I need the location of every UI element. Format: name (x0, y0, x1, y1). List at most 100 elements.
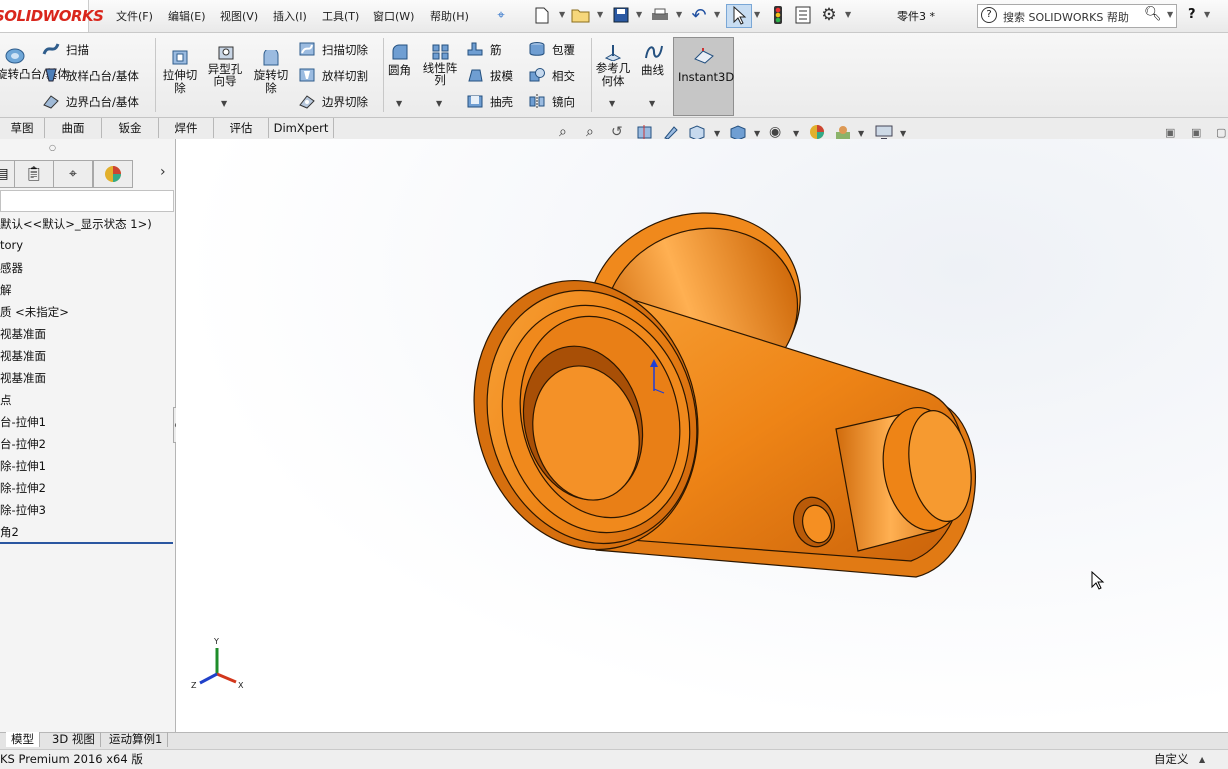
intersect-icon[interactable] (528, 67, 546, 83)
tree-filter-input[interactable] (0, 190, 174, 212)
fillet-label[interactable]: 圆角 (388, 62, 411, 78)
tile-window-icon[interactable]: ▣ (1191, 126, 1201, 139)
hole-wizard-icon[interactable] (216, 43, 236, 64)
draft-icon[interactable] (466, 67, 484, 83)
file-properties-icon[interactable] (793, 5, 813, 25)
status-custom-text[interactable]: 自定义 (1154, 751, 1189, 767)
view-orientation-caret-icon[interactable]: ▼ (714, 129, 720, 138)
panel-expand-icon[interactable]: › (160, 164, 166, 180)
shell-label[interactable]: 抽壳 (490, 94, 513, 110)
new-caret-icon[interactable]: ▼ (559, 10, 565, 19)
linear-pattern-label[interactable]: 线性阵列 (419, 62, 461, 86)
revolve-cut-label[interactable]: 旋转切除 (250, 69, 292, 95)
mirror-label[interactable]: 镜向 (552, 94, 575, 110)
loft-boss-label[interactable]: 放样凸台/基体 (66, 68, 139, 84)
extrude-cut-icon[interactable] (170, 48, 190, 69)
tree-item-cut-extrude1[interactable]: 除-拉伸1 (0, 458, 46, 474)
tree-item-front-plane[interactable]: 视基准面 (0, 326, 46, 342)
tab-dimxpert[interactable]: DimXpert (269, 118, 334, 138)
tab-3d-views[interactable]: 3D 视图 (47, 732, 101, 747)
select-caret-icon[interactable]: ▼ (754, 10, 760, 19)
previous-view-icon[interactable]: ↺ (611, 124, 623, 140)
extrude-cut-label[interactable]: 拉伸切除 (158, 69, 202, 95)
sweep-icon[interactable] (42, 41, 60, 57)
undo-icon[interactable]: ↶ (689, 5, 709, 26)
tree-item-right-plane[interactable]: 视基准面 (0, 370, 46, 386)
fillet-icon[interactable] (390, 43, 410, 64)
zoom-to-fit-icon[interactable]: ⌕ (559, 124, 567, 140)
wrap-icon[interactable] (528, 41, 546, 57)
undo-caret-icon[interactable]: ▼ (714, 10, 720, 19)
boundary-cut-icon[interactable] (298, 93, 316, 109)
revolve-boss-label[interactable]: 旋转凸台/基体 (0, 68, 69, 81)
rib-icon[interactable] (466, 41, 484, 57)
tree-item-config[interactable]: 默认<<默认>_显示状态 1>) (0, 216, 152, 232)
draft-label[interactable]: 拔模 (490, 68, 513, 84)
save-icon[interactable] (611, 5, 631, 25)
menu-edit[interactable]: 编辑(E) (168, 8, 206, 24)
tree-item-cut-extrude2[interactable]: 除-拉伸2 (0, 480, 46, 496)
menu-file[interactable]: 文件(F) (116, 8, 153, 24)
apply-scene-caret-icon[interactable]: ▼ (858, 129, 864, 138)
view-settings-caret-icon[interactable]: ▼ (900, 129, 906, 138)
tree-item-fillet2[interactable]: 角2 (0, 524, 19, 540)
wrap-label[interactable]: 包覆 (552, 42, 575, 58)
property-manager-tab-icon[interactable]: 📋︎ (14, 160, 54, 188)
tree-item-sensors[interactable]: 感器 (0, 260, 23, 276)
intersect-label[interactable]: 相交 (552, 68, 575, 84)
display-style-caret-icon[interactable]: ▼ (754, 129, 760, 138)
menu-window[interactable]: 窗口(W) (373, 8, 414, 24)
options-gear-icon[interactable]: ⚙ (819, 5, 839, 25)
pin-icon[interactable]: ⌖ (491, 5, 511, 25)
shell-icon[interactable] (466, 93, 484, 109)
boundary-cut-label[interactable]: 边界切除 (322, 94, 368, 110)
open-folder-icon[interactable] (571, 5, 591, 25)
hide-show-items-icon[interactable]: ◉ (769, 124, 781, 140)
boundary-boss-icon[interactable] (42, 93, 60, 109)
loft-boss-icon[interactable] (42, 67, 60, 83)
instant3d-button[interactable]: Instant3D (673, 37, 734, 116)
revolve-boss-icon[interactable] (4, 46, 26, 69)
part-model[interactable] (176, 139, 1228, 732)
tree-item-material[interactable]: 质 <未指定> (0, 304, 69, 320)
tab-sketch[interactable]: 草图 (0, 118, 45, 138)
help-caret-icon[interactable]: ▼ (1204, 10, 1210, 19)
tree-item-cut-extrude3[interactable]: 除-拉伸3 (0, 502, 46, 518)
search-caret-icon[interactable]: ▼ (1167, 10, 1173, 19)
menu-tools[interactable]: 工具(T) (322, 8, 359, 24)
status-caret-icon[interactable]: ▲ (1199, 755, 1205, 764)
tree-item-top-plane[interactable]: 视基准面 (0, 348, 46, 364)
reference-geometry-label[interactable]: 参考几何体 (593, 62, 633, 88)
fillet-caret-icon[interactable]: ▼ (396, 99, 402, 108)
rebuild-traffic-light-icon[interactable] (768, 5, 788, 25)
restore-window-icon[interactable]: ▣ (1165, 126, 1175, 139)
tab-surfaces[interactable]: 曲面 (45, 118, 102, 138)
print-icon[interactable] (650, 5, 670, 25)
rib-label[interactable]: 筋 (490, 42, 502, 58)
solidworks-logo[interactable]: SOLIDWORKS (0, 0, 104, 32)
tab-evaluate[interactable]: 评估 (214, 118, 269, 138)
tree-item-boss-extrude2[interactable]: 台-拉伸2 (0, 436, 46, 452)
open-caret-icon[interactable]: ▼ (597, 10, 603, 19)
hole-wizard-caret-icon[interactable]: ▼ (221, 99, 227, 108)
menu-insert[interactable]: 插入(I) (273, 8, 307, 24)
lofted-cut-icon[interactable] (298, 67, 316, 83)
linear-pattern-caret-icon[interactable]: ▼ (436, 99, 442, 108)
new-document-icon[interactable] (532, 5, 552, 25)
display-manager-tab-icon[interactable] (93, 160, 133, 188)
curves-caret-icon[interactable]: ▼ (649, 99, 655, 108)
mirror-icon[interactable] (528, 93, 546, 109)
swept-cut-label[interactable]: 扫描切除 (322, 42, 368, 58)
tab-motion-study[interactable]: 运动算例1 (104, 732, 169, 747)
help-search-box[interactable]: ? 搜索 SOLIDWORKS 帮助 🔍︎ (977, 4, 1177, 28)
search-icon[interactable]: 🔍︎ (1144, 6, 1162, 22)
lofted-cut-label[interactable]: 放样切割 (322, 68, 368, 84)
boundary-boss-label[interactable]: 边界凸台/基体 (66, 94, 139, 110)
tab-weldments[interactable]: 焊件 (159, 118, 214, 138)
hide-show-caret-icon[interactable]: ▼ (793, 129, 799, 138)
configuration-manager-tab-icon[interactable]: ⌖ (53, 160, 93, 188)
swept-cut-icon[interactable] (298, 41, 316, 57)
tab-sheet-metal[interactable]: 钣金 (102, 118, 159, 138)
sweep-label[interactable]: 扫描 (66, 42, 89, 58)
options-caret-icon[interactable]: ▼ (845, 10, 851, 19)
